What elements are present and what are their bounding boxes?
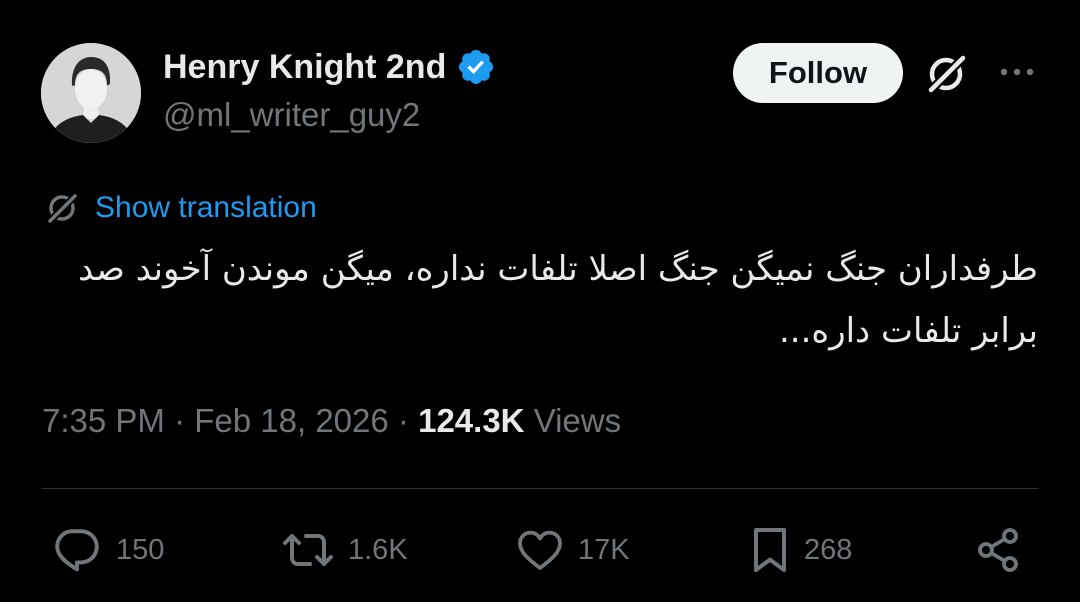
grok-icon[interactable] <box>922 50 970 98</box>
tweet-date[interactable]: Feb 18, 2026 <box>194 402 389 439</box>
repost-button[interactable]: 1.6K <box>282 520 408 580</box>
follow-button[interactable]: Follow <box>733 43 903 103</box>
author-display-name[interactable]: Henry Knight 2nd <box>163 48 446 87</box>
tweet-meta: 7:35 PM · Feb 18, 2026 · 124.3K Views <box>42 402 621 440</box>
repost-icon <box>283 534 333 566</box>
translation-row: Show translation <box>44 188 317 228</box>
reply-count: 150 <box>116 533 165 566</box>
heart-icon <box>518 530 562 570</box>
divider <box>42 488 1038 489</box>
bookmark-count: 268 <box>804 533 853 566</box>
avatar[interactable] <box>41 43 141 143</box>
views-count: 124.3K <box>418 402 525 439</box>
show-translation-link[interactable]: Show translation <box>95 191 317 225</box>
tweet-text: طرفداران جنگ نمیگن جنگ اصلا تلفات نداره،… <box>78 249 1038 351</box>
tweet-time[interactable]: 7:35 PM <box>42 402 165 439</box>
author-handle[interactable]: @ml_writer_guy2 <box>163 96 420 134</box>
share-icon <box>978 528 1018 572</box>
meta-separator: · <box>174 402 186 439</box>
default-avatar-icon <box>41 43 141 143</box>
verified-badge-icon[interactable] <box>456 47 496 87</box>
views-label: Views <box>533 402 622 439</box>
action-bar: 150 1.6K 17K 268 <box>0 520 1080 580</box>
share-button[interactable] <box>974 520 1022 580</box>
like-count: 17K <box>578 533 630 566</box>
translate-icon <box>44 190 80 226</box>
bookmark-button[interactable]: 268 <box>750 520 852 580</box>
more-options-icon[interactable] <box>998 62 1036 82</box>
meta-separator: · <box>397 402 409 439</box>
like-button[interactable]: 17K <box>516 520 630 580</box>
bookmark-icon <box>754 528 786 572</box>
reply-button[interactable]: 150 <box>52 520 164 580</box>
tweet-card: Henry Knight 2nd @ml_writer_guy2 Follow <box>0 0 1080 602</box>
author-name-row: Henry Knight 2nd <box>163 44 496 90</box>
reply-icon <box>55 529 99 572</box>
repost-count: 1.6K <box>348 533 408 566</box>
